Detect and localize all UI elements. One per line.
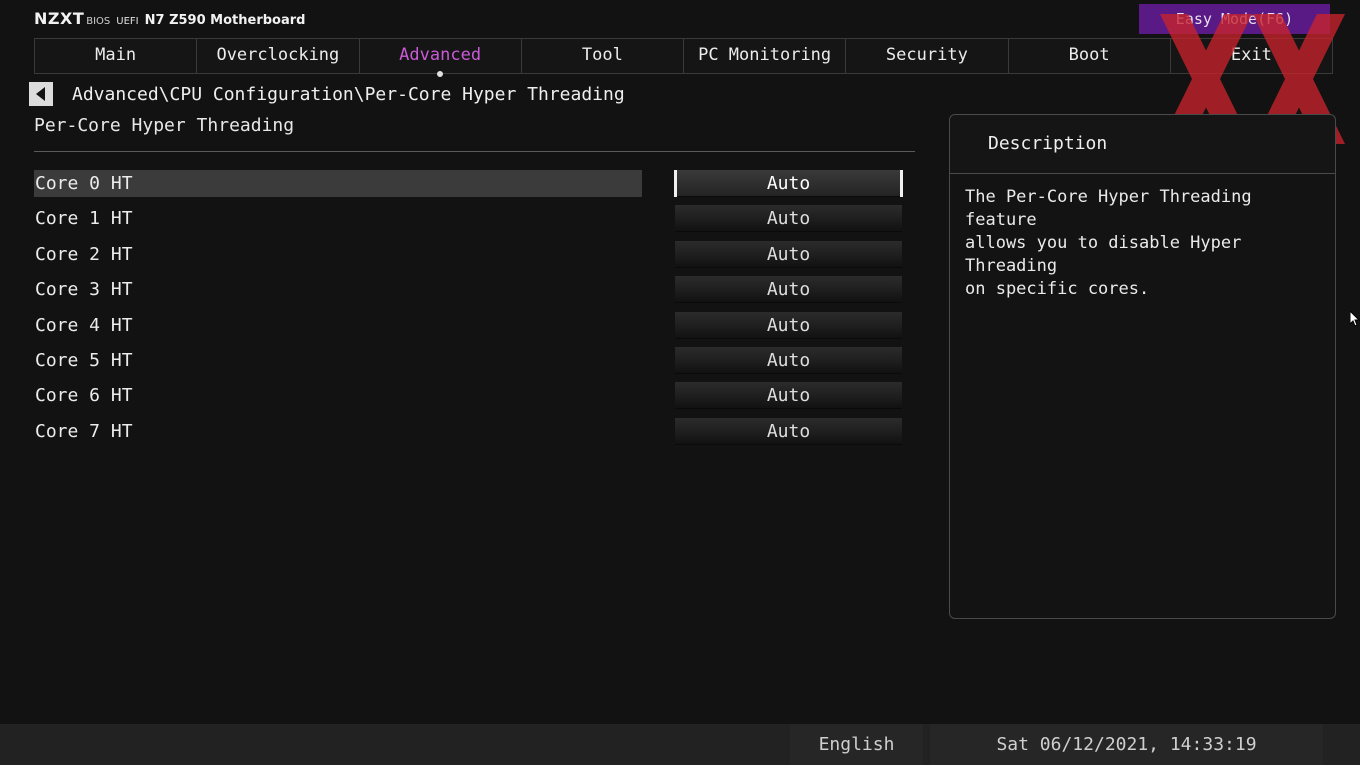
setting-row-core-4-ht[interactable]: Core 4 HT Auto — [34, 311, 904, 339]
setting-value-dropdown[interactable]: Auto — [675, 346, 902, 374]
description-panel: Description The Per-Core Hyper Threading… — [949, 114, 1336, 619]
setting-label: Core 1 HT — [35, 208, 133, 230]
setting-row-core-7-ht[interactable]: Core 7 HT Auto — [34, 417, 904, 445]
settings-list: Core 0 HT Auto Core 1 HT Auto Core 2 HT … — [34, 170, 904, 453]
brand-logo: NZXT — [34, 9, 85, 28]
setting-row-core-2-ht[interactable]: Core 2 HT Auto — [34, 240, 904, 268]
language-selector[interactable]: English — [790, 724, 923, 765]
tab-overclocking[interactable]: Overclocking — [197, 39, 360, 73]
setting-label: Core 0 HT — [34, 170, 642, 197]
brand-bios-label: BIOS — [86, 16, 111, 27]
board-model: N7 Z590 Motherboard — [144, 13, 306, 28]
tab-pc-monitoring[interactable]: PC Monitoring — [684, 39, 847, 73]
setting-value-dropdown[interactable]: Auto — [674, 170, 903, 197]
setting-row-core-1-ht[interactable]: Core 1 HT Auto — [34, 205, 904, 233]
tab-main[interactable]: Main — [35, 39, 198, 73]
datetime-display: Sat 06/12/2021, 14:33:19 — [930, 724, 1323, 765]
mouse-cursor-icon — [1350, 311, 1360, 327]
status-footer: English Sat 06/12/2021, 14:33:19 — [0, 724, 1360, 765]
tab-boot[interactable]: Boot — [1008, 39, 1171, 73]
page-title: Per-Core Hyper Threading — [34, 115, 295, 136]
main-tab-bar: Main Overclocking Advanced Tool PC Monit… — [34, 38, 1333, 77]
back-arrow-icon — [36, 87, 45, 101]
brand-uefi-label: UEFI — [116, 16, 139, 27]
description-title: Description — [950, 115, 1335, 174]
setting-row-core-5-ht[interactable]: Core 5 HT Auto — [34, 346, 904, 374]
setting-value-dropdown[interactable]: Auto — [675, 240, 902, 268]
setting-value-dropdown[interactable]: Auto — [675, 205, 902, 233]
title-divider — [34, 151, 915, 152]
tab-advanced[interactable]: Advanced — [359, 39, 522, 77]
setting-label: Core 4 HT — [35, 314, 133, 336]
setting-value-dropdown[interactable]: Auto — [675, 311, 902, 339]
setting-value-dropdown[interactable]: Auto — [675, 382, 902, 410]
setting-label: Core 5 HT — [35, 349, 133, 371]
setting-label: Core 3 HT — [35, 279, 133, 301]
breadcrumb: Advanced\CPU Configuration\Per-Core Hype… — [72, 84, 625, 105]
setting-label: Core 2 HT — [35, 243, 133, 265]
setting-value-dropdown[interactable]: Auto — [675, 417, 902, 445]
setting-label: Core 7 HT — [35, 420, 133, 442]
setting-row-core-3-ht[interactable]: Core 3 HT Auto — [34, 276, 904, 304]
setting-row-core-0-ht[interactable]: Core 0 HT Auto — [34, 170, 904, 197]
setting-value-dropdown[interactable]: Auto — [675, 276, 902, 304]
tab-security[interactable]: Security — [846, 39, 1009, 73]
setting-row-core-6-ht[interactable]: Core 6 HT Auto — [34, 382, 904, 410]
tab-tool[interactable]: Tool — [521, 39, 684, 73]
brand-header: NZXT BIOS UEFI N7 Z590 Motherboard — [34, 9, 306, 28]
setting-label: Core 6 HT — [35, 385, 133, 407]
description-text: The Per-Core Hyper Threading feature all… — [965, 187, 1252, 299]
back-button[interactable] — [29, 82, 53, 106]
